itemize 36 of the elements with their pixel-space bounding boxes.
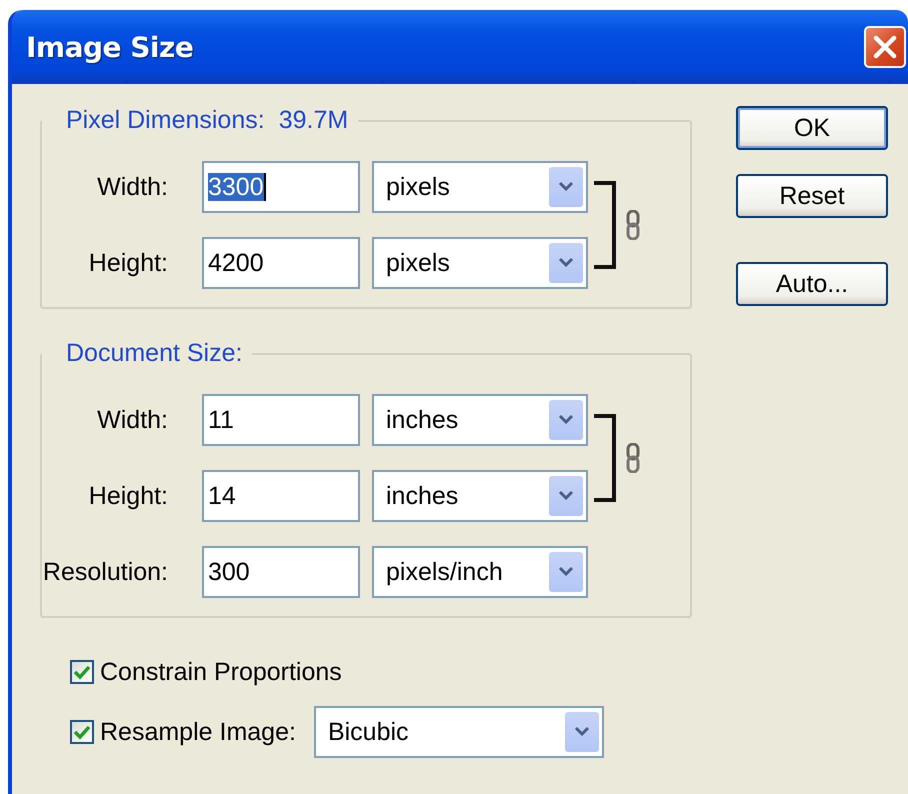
- field-label: Height:: [88, 482, 169, 510]
- checkbox[interactable]: Constrain Proportions: [70, 658, 342, 686]
- group-title: Pixel Dimensions:: [66, 106, 265, 134]
- input-field[interactable]: 14: [202, 470, 360, 522]
- input-field[interactable]: 3300: [202, 161, 360, 213]
- chevron-down-icon: [558, 490, 574, 502]
- input-field[interactable]: 11: [202, 394, 360, 446]
- group-title: Document Size:: [66, 339, 242, 367]
- dialog-button[interactable]: OK: [736, 106, 888, 150]
- chevron-down-icon: [558, 414, 574, 426]
- checkmark-icon: [73, 664, 91, 680]
- window-title: Image Size: [26, 30, 194, 64]
- input-field[interactable]: 300: [202, 546, 360, 598]
- dialog-button[interactable]: Reset: [736, 174, 888, 218]
- dropdown[interactable]: inches: [372, 394, 588, 446]
- close-button[interactable]: [864, 26, 906, 68]
- chevron-down-icon: [558, 181, 574, 193]
- dropdown[interactable]: inches: [372, 470, 588, 522]
- field-label: Width:: [96, 406, 169, 434]
- checkbox[interactable]: Resample Image:: [70, 718, 296, 746]
- dropdown[interactable]: pixels: [372, 161, 588, 213]
- chevron-down-icon: [558, 257, 574, 269]
- field-label: Height:: [88, 248, 169, 278]
- field-label: Resolution:: [42, 558, 169, 586]
- field-label: Width:: [96, 172, 169, 202]
- chain-link-icon: [626, 210, 640, 240]
- chevron-down-icon: [558, 566, 574, 578]
- chain-link-icon: [626, 443, 640, 473]
- dialog-button[interactable]: Auto...: [736, 262, 888, 306]
- dropdown[interactable]: pixels: [372, 237, 588, 289]
- chevron-down-icon: [574, 726, 590, 738]
- input-field[interactable]: 4200: [202, 237, 360, 289]
- size-value: 39.7M: [278, 106, 348, 134]
- checkmark-icon: [73, 724, 91, 740]
- dropdown[interactable]: Bicubic: [314, 706, 604, 758]
- dropdown[interactable]: pixels/inch: [372, 546, 588, 598]
